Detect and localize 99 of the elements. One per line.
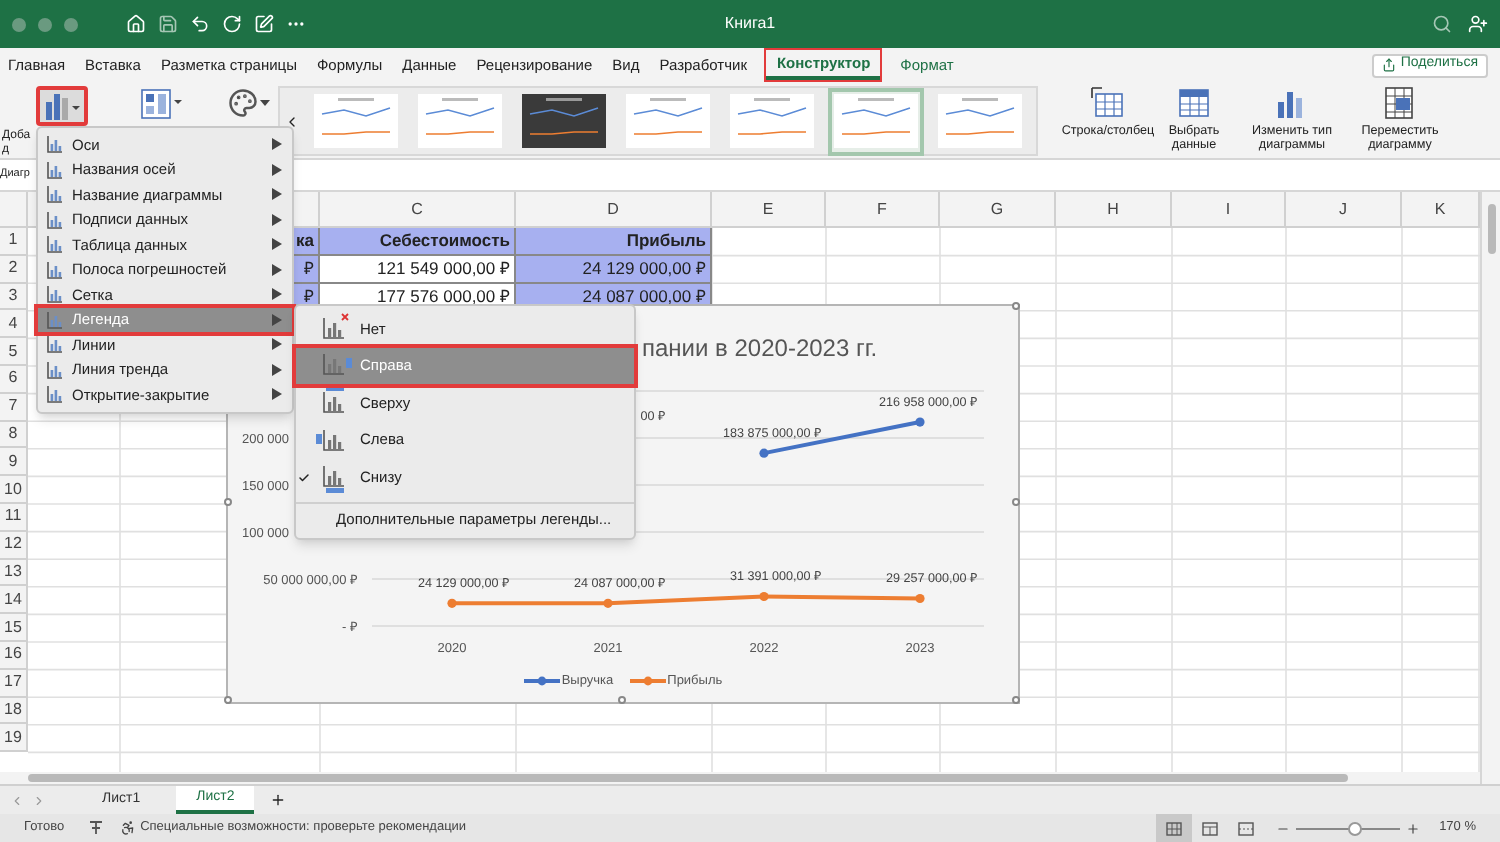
row-header[interactable]: 12: [0, 531, 28, 560]
row-header[interactable]: 2: [0, 255, 28, 284]
add-chart-element-button[interactable]: [36, 86, 88, 126]
chevron-left-icon[interactable]: [284, 113, 300, 129]
data-point: [915, 417, 925, 427]
row-header[interactable]: 18: [0, 697, 28, 725]
palette-icon: [228, 88, 258, 118]
chart-element-icon: [46, 234, 64, 255]
row-header[interactable]: 6: [0, 365, 28, 394]
undo-icon[interactable]: [190, 14, 210, 34]
resize-handle[interactable]: [224, 696, 232, 704]
column-header[interactable]: I: [1172, 192, 1286, 226]
row-header[interactable]: 9: [0, 448, 28, 477]
home-icon[interactable]: [126, 14, 146, 34]
chevron-right-icon[interactable]: [32, 793, 46, 807]
scrollbar-thumb[interactable]: [1487, 204, 1495, 254]
person-icon[interactable]: [1468, 14, 1488, 34]
row-header[interactable]: 13: [0, 559, 28, 587]
column-header[interactable]: J: [1286, 192, 1402, 226]
row-header[interactable]: 15: [0, 614, 28, 642]
resize-handle[interactable]: [618, 696, 626, 704]
window-title: Книга1: [724, 12, 776, 36]
accessibility-icon[interactable]: [120, 820, 137, 836]
data-point: [759, 448, 769, 458]
chart-style-preview-icon: [418, 94, 502, 148]
grid-view-icon: [1165, 821, 1182, 835]
chart-element-icon: [46, 284, 64, 305]
chart-element-icon: [46, 359, 64, 380]
column-header[interactable]: C: [320, 192, 516, 226]
redo-icon[interactable]: [222, 14, 242, 34]
row-header[interactable]: 7: [0, 393, 28, 422]
table-cell: Прибыль: [516, 228, 712, 256]
window-close-button[interactable]: [12, 17, 26, 31]
share-icon: [1382, 58, 1397, 72]
chart-element-icon: [46, 134, 64, 155]
window-zoom-button[interactable]: [64, 17, 78, 31]
column-header[interactable]: G: [940, 192, 1056, 226]
layout-grid-icon: [140, 88, 184, 120]
chart-title: пании в 2020-2023 гг.: [642, 332, 878, 366]
column-header[interactable]: D: [516, 192, 712, 226]
chart-element-icon: [46, 209, 64, 230]
row-header[interactable]: 11: [0, 503, 28, 532]
window-minimize-button[interactable]: [38, 17, 52, 31]
edit-icon[interactable]: [254, 14, 274, 34]
chart-style-preview-icon: [834, 94, 918, 148]
add-sheet-icon[interactable]: [270, 792, 287, 808]
resize-handle[interactable]: [1012, 498, 1020, 506]
data-point: [759, 591, 769, 602]
table-cell: 24 129 000,00 ₽: [516, 255, 712, 284]
table-cell: 121 549 000,00 ₽: [320, 255, 516, 284]
chart-element-icon: [46, 184, 64, 205]
row-header[interactable]: 1: [0, 228, 28, 256]
chart-style-preview-icon: [314, 94, 398, 148]
quick-layout-button[interactable]: [140, 88, 184, 120]
chart-style-preview-icon: [730, 94, 814, 148]
zoom-in-icon[interactable]: [1405, 821, 1420, 835]
vertical-scrollbar[interactable]: [1480, 192, 1500, 784]
resize-handle[interactable]: [1012, 696, 1020, 704]
row-header[interactable]: 4: [0, 310, 28, 339]
chart-element-icon: [46, 334, 64, 355]
column-header[interactable]: H: [1056, 192, 1172, 226]
row-header[interactable]: 10: [0, 476, 28, 504]
chart-style-preview-icon: [626, 94, 710, 148]
table-cell: Себестоимость: [320, 228, 516, 256]
resize-handle[interactable]: [224, 498, 232, 506]
data-point: [447, 598, 457, 608]
zoom-slider-thumb[interactable]: [1347, 821, 1362, 835]
change-colors-button[interactable]: [228, 88, 270, 118]
chart-element-icon: [46, 159, 64, 180]
chart-element-icon: [46, 309, 64, 330]
resize-handle[interactable]: [1012, 302, 1020, 310]
page-break-icon: [1237, 821, 1254, 835]
page-layout-icon: [1201, 821, 1218, 835]
data-point: [603, 598, 613, 608]
row-header[interactable]: 16: [0, 641, 28, 670]
column-header[interactable]: E: [712, 192, 826, 226]
row-header[interactable]: 3: [0, 283, 28, 311]
view-button[interactable]: [1155, 814, 1192, 842]
row-header[interactable]: 17: [0, 669, 28, 698]
scrollbar-thumb[interactable]: [28, 773, 1348, 782]
row-header[interactable]: 8: [0, 421, 28, 449]
row-header[interactable]: 19: [0, 724, 28, 753]
save-icon[interactable]: [158, 14, 178, 34]
chart-element-icon: [46, 384, 64, 405]
check-icon: [298, 471, 310, 484]
macro-icon[interactable]: [88, 820, 105, 836]
chart-style-preview-icon: [522, 94, 606, 148]
search-icon[interactable]: [1432, 14, 1452, 34]
column-header[interactable]: F: [826, 192, 940, 226]
caret-icon: [260, 99, 270, 107]
data-point: [915, 593, 925, 604]
chart-style-preview-icon: [938, 94, 1022, 148]
horizontal-scrollbar[interactable]: [0, 771, 1480, 784]
row-header[interactable]: 5: [0, 338, 28, 366]
legend-marker-icon: [629, 676, 666, 687]
row-header[interactable]: 14: [0, 586, 28, 615]
chart-element-icon: [46, 259, 64, 280]
add-chart-icon: [44, 92, 80, 120]
legend-marker-icon: [523, 676, 560, 687]
